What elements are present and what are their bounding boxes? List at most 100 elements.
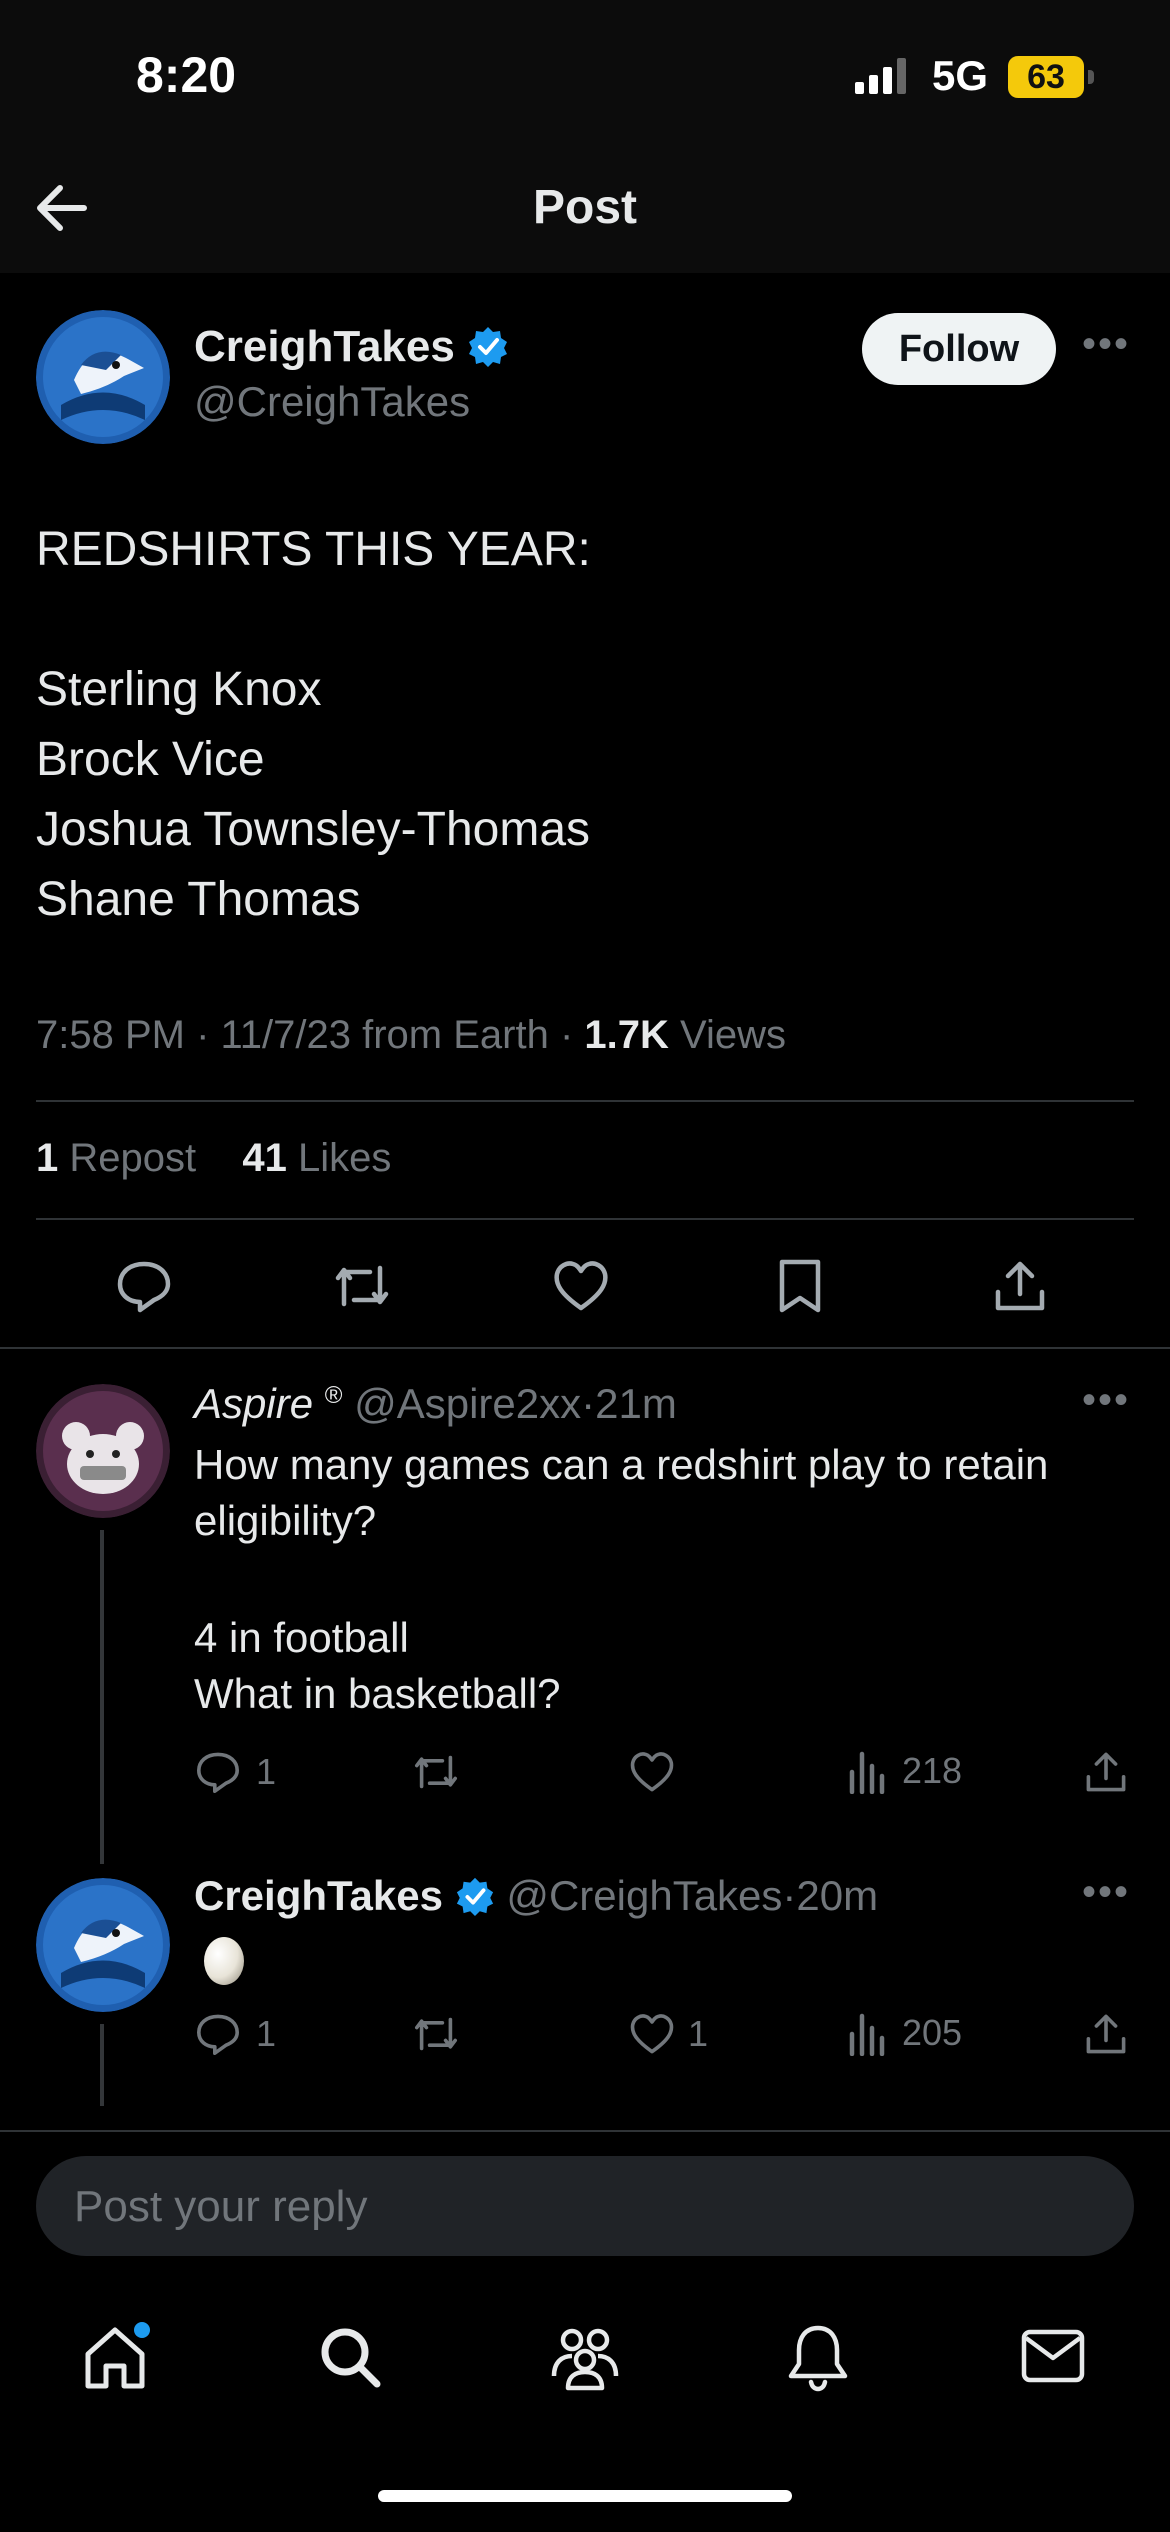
reply-repost-button[interactable] (410, 1748, 462, 1796)
home-icon (85, 2322, 150, 2389)
reply-author-name[interactable]: CreighTakes (194, 1872, 443, 1919)
search-icon (321, 2328, 381, 2388)
author-name: CreighTakes (194, 322, 455, 371)
reply-time: 20m (796, 1872, 879, 1919)
follow-button[interactable]: Follow (862, 313, 1056, 385)
reply-composer (36, 2156, 1134, 2258)
reply-author-mark: ® (324, 1382, 343, 1409)
reply-button[interactable] (114, 1256, 174, 1316)
comment-icon (197, 1752, 239, 1793)
post-timestamp: 7:58 PM · 11/7/23 from Earth · (36, 1013, 585, 1057)
verified-badge-icon (456, 1877, 493, 1916)
reply-line: What in basketball? (194, 1670, 561, 1717)
reposts-count: 1 (36, 1136, 59, 1180)
likes-count: 41 (242, 1136, 287, 1180)
reply-header: Aspire ® @Aspire2xx·21m (194, 1380, 677, 1428)
network-label: 5G (932, 52, 989, 99)
separator-dot: · (581, 1380, 596, 1427)
thread-line (100, 1530, 104, 1864)
home-indicator (378, 2490, 792, 2502)
share-icon (1086, 1752, 1126, 1792)
tab-messages[interactable] (1018, 2326, 1088, 2386)
reply-handle[interactable]: @CreighTakes (506, 1872, 782, 1919)
reply-repost-button[interactable] (410, 2010, 462, 2058)
egg-icon (202, 1932, 246, 1986)
post-line: Sterling Knox (36, 663, 322, 716)
views-count: 1.7K (584, 1013, 669, 1057)
author-handle[interactable]: @CreighTakes (194, 378, 470, 426)
repost-icon (414, 2017, 457, 2051)
reply-share-button[interactable] (1082, 2010, 1130, 2058)
bell-icon (788, 2325, 848, 2392)
reply-count: 1 (256, 1751, 277, 1792)
reply-views-button[interactable]: 218 (848, 1748, 962, 1794)
post-line: Shane Thomas (36, 873, 361, 926)
communities-icon (551, 2328, 619, 2391)
tab-communities[interactable] (548, 2322, 622, 2392)
reply-avatar[interactable] (36, 1878, 170, 2012)
post-line: Joshua Townsley-Thomas (36, 803, 591, 856)
reposts-label: Repost (58, 1136, 197, 1180)
divider (0, 2130, 1170, 2132)
battery-cap (1088, 70, 1094, 84)
reply-more-icon[interactable]: ••• (1082, 1378, 1130, 1423)
reply-reply-button[interactable]: 1 (194, 2010, 276, 2058)
author-name-row[interactable]: CreighTakes (194, 322, 509, 372)
reply-reply-button[interactable]: 1 (194, 1748, 276, 1796)
separator-dot: · (782, 1872, 797, 1919)
heart-icon (630, 1752, 674, 1792)
tab-notifications[interactable] (785, 2322, 851, 2392)
likes-label: Likes (286, 1136, 392, 1180)
views-label: Views (668, 1013, 786, 1057)
reply-handle[interactable]: @Aspire2xx (354, 1380, 581, 1427)
like-button[interactable] (551, 1256, 611, 1316)
heart-icon (554, 1261, 608, 1311)
reply-count: 1 (256, 2013, 277, 2054)
comment-icon (117, 1261, 171, 1313)
reposts-stat[interactable]: 1 Repost (36, 1136, 196, 1180)
more-options-icon[interactable]: ••• (1082, 322, 1130, 367)
thread-line (100, 2024, 104, 2106)
repost-icon (335, 1265, 389, 1307)
reply-avatar[interactable] (36, 1384, 170, 1518)
post-line: Brock Vice (36, 733, 265, 786)
tab-home[interactable] (80, 2322, 150, 2392)
mail-icon (1021, 2329, 1085, 2383)
comment-icon (197, 2014, 239, 2055)
view-count: 218 (902, 1750, 963, 1791)
post-meta: 7:58 PM · 11/7/23 from Earth · 1.7K View… (36, 1013, 786, 1058)
views-icon (849, 2013, 885, 2056)
signal-icon (855, 58, 919, 94)
divider (36, 1100, 1134, 1102)
reply-views-button[interactable]: 205 (848, 2010, 962, 2056)
bookmark-icon (779, 1259, 821, 1313)
reply-share-button[interactable] (1082, 1748, 1130, 1796)
battery-icon: 63 (1008, 56, 1084, 98)
likes-stat[interactable]: 41 Likes (242, 1136, 391, 1180)
reply-more-icon[interactable]: ••• (1082, 1870, 1130, 1915)
verified-badge-icon (469, 327, 508, 367)
reply-time: 21m (595, 1380, 677, 1427)
share-button[interactable] (990, 1256, 1050, 1316)
divider (36, 1218, 1134, 1220)
reply-like-button[interactable]: 1 (628, 2010, 708, 2058)
status-time: 8:20 (136, 47, 237, 103)
like-count: 1 (688, 2013, 709, 2054)
repost-button[interactable] (330, 1256, 394, 1316)
author-avatar[interactable] (36, 310, 170, 444)
views-icon (849, 1751, 885, 1794)
reply-header: CreighTakes @CreighTakes·20m (194, 1872, 878, 1920)
view-count: 205 (902, 2012, 963, 2053)
post-line: REDSHIRTS THIS YEAR: (36, 523, 591, 576)
tab-search[interactable] (315, 2322, 385, 2392)
share-icon (995, 1261, 1045, 1311)
reply-like-button[interactable] (628, 1748, 676, 1796)
repost-icon (414, 1755, 457, 1789)
bookmark-button[interactable] (770, 1256, 830, 1316)
heart-icon (630, 2014, 674, 2054)
reply-input[interactable] (72, 2156, 1076, 2258)
reply-author-name[interactable]: Aspire (194, 1380, 313, 1427)
reply-line: eligibility? (194, 1497, 377, 1544)
share-icon (1086, 2014, 1126, 2054)
divider (0, 1347, 1170, 1349)
